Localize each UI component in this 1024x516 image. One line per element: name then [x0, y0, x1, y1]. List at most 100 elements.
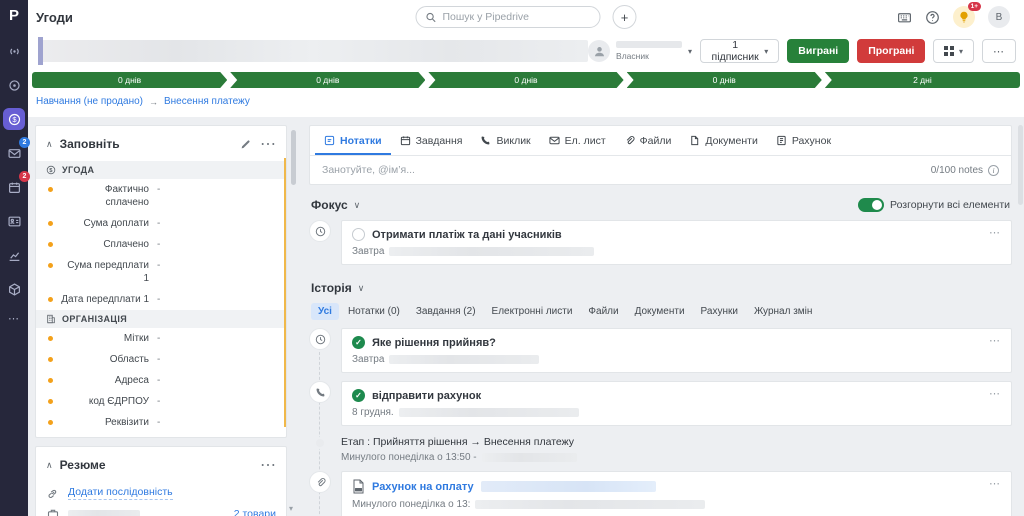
filter-documents[interactable]: Документи: [628, 303, 692, 320]
breadcrumb: Навчання (не продано) → Внесення платежу: [28, 94, 1024, 117]
more-options-icon[interactable]: ⋯: [260, 134, 276, 154]
panel-scrollbar[interactable]: ▾: [287, 125, 299, 516]
won-button[interactable]: Виграні: [787, 39, 850, 63]
pencil-icon[interactable]: [240, 139, 251, 150]
person-icon: [588, 40, 611, 62]
user-avatar[interactable]: B: [988, 6, 1010, 28]
lost-button[interactable]: Програні: [857, 39, 926, 63]
expand-all-toggle[interactable]: Розгорнути всі елементи: [858, 198, 1010, 212]
global-search[interactable]: [415, 6, 601, 28]
more-options-icon[interactable]: ⋯: [989, 334, 1001, 347]
breadcrumb-stage-link[interactable]: Внесення платежу: [164, 96, 250, 107]
more-options-icon[interactable]: ⋯: [989, 387, 1001, 400]
file-link[interactable]: Рахунок на оплату: [372, 481, 474, 493]
tab-files[interactable]: Файли: [615, 126, 681, 155]
add-sequence-link[interactable]: Додати послідовність: [68, 486, 173, 500]
fill-in-title: Заповніть: [59, 137, 120, 151]
collapse-icon[interactable]: ∧: [46, 139, 53, 150]
sidebar-more-icon[interactable]: ⋯: [8, 312, 20, 325]
filter-notes[interactable]: Нотатки (0): [341, 303, 407, 320]
pipeline-stage[interactable]: 0 днів: [428, 72, 623, 88]
main-scrollbar[interactable]: [1018, 117, 1023, 512]
tab-call[interactable]: Виклик: [471, 126, 539, 155]
field-value: -: [157, 239, 161, 250]
search-input[interactable]: [442, 11, 591, 23]
composer-tabs: Нотатки Завдання Виклик Ел. лист Файли Д…: [310, 126, 1011, 156]
sidebar-item-mail[interactable]: 2: [3, 137, 30, 164]
mark-done-checkbox[interactable]: [352, 228, 365, 241]
sidebar-item-insights[interactable]: [3, 244, 25, 266]
group-header-deal: $ УГОДА: [36, 161, 286, 179]
followers-button[interactable]: 1 підписник ▾: [700, 39, 780, 63]
filter-all[interactable]: Усі: [311, 303, 339, 320]
activity-card[interactable]: ✓ Яке рішення прийняв? Завтра ⋯: [341, 328, 1012, 373]
filter-emails[interactable]: Електронні листи: [485, 303, 580, 320]
deal-label-color: [38, 37, 43, 65]
field-row[interactable]: Сума доплати -: [36, 213, 286, 234]
tab-activity[interactable]: Завдання: [391, 126, 472, 155]
filter-changelog[interactable]: Журнал змін: [747, 303, 819, 320]
field-row[interactable]: Сума передплати 1-: [36, 255, 286, 289]
pipeline-stage[interactable]: 0 днів: [230, 72, 425, 88]
field-row[interactable]: Адреса -: [36, 370, 286, 391]
activity-due: Завтра: [352, 246, 385, 257]
chevron-down-icon[interactable]: ∨: [354, 200, 361, 211]
sidebar-item-activities[interactable]: 2: [3, 171, 30, 198]
pipeline-stage[interactable]: 0 днів: [32, 72, 227, 88]
filter-files[interactable]: Файли: [581, 303, 625, 320]
field-label: Фактично сплачено: [104, 184, 149, 208]
scrollbar-thumb[interactable]: [291, 130, 296, 185]
products-row[interactable]: 2 товари: [36, 504, 286, 516]
collapse-icon[interactable]: ∧: [46, 460, 53, 471]
products-link[interactable]: 2 товари: [234, 508, 276, 516]
dollar-icon: $: [8, 113, 21, 126]
sidebar-item-leads[interactable]: [3, 40, 25, 62]
tab-invoice[interactable]: Рахунок: [767, 126, 840, 155]
pipeline-stage[interactable]: 2 дні: [824, 72, 1021, 88]
help-icon[interactable]: [925, 10, 940, 25]
field-row[interactable]: Дата передплати 1-: [36, 289, 286, 310]
scroll-down-icon[interactable]: ▾: [289, 504, 293, 513]
required-dot-icon: [48, 399, 53, 404]
sidebar-item-deals[interactable]: $: [3, 108, 25, 130]
field-row[interactable]: Мітки -: [36, 328, 286, 349]
more-options-icon[interactable]: ⋯: [989, 477, 1001, 490]
activity-card[interactable]: ✓ відправити рахунок 8 грудня. ⋯: [341, 381, 1012, 426]
toggle-label: Розгорнути всі елементи: [890, 199, 1010, 211]
tab-email[interactable]: Ел. лист: [540, 126, 615, 155]
deal-more-button[interactable]: ⋯: [982, 39, 1016, 63]
field-row[interactable]: код ЄДРПОУ -: [36, 391, 286, 412]
owner-control[interactable]: Власник ▾: [588, 40, 692, 62]
field-row[interactable]: Сплачено -: [36, 234, 286, 255]
more-options-icon[interactable]: ⋯: [260, 455, 276, 475]
focus-header: Фокус ∨ Розгорнути всі елементи: [311, 198, 1010, 212]
activity-card[interactable]: Отримати платіж та дані учасників Завтра…: [341, 220, 1012, 265]
field-row[interactable]: Реквізити -: [36, 412, 286, 437]
field-label: Сума передплати 1: [67, 260, 149, 284]
whats-new-button[interactable]: 1+: [953, 2, 981, 28]
sidebar-item-prospecting[interactable]: [3, 74, 25, 96]
tab-notes[interactable]: Нотатки: [315, 126, 391, 155]
more-options-icon[interactable]: ⋯: [989, 226, 1001, 239]
field-row[interactable]: Фактично сплачено -: [36, 179, 286, 213]
breadcrumb-pipeline-link[interactable]: Навчання (не продано): [36, 96, 143, 107]
file-card[interactable]: Рахунок на оплату Минулого понеділка о 1…: [341, 471, 1012, 516]
sidebar-item-products[interactable]: [3, 278, 25, 300]
organization-name-redacted: [68, 509, 140, 516]
field-row[interactable]: Область -: [36, 349, 286, 370]
filter-activities[interactable]: Завдання (2): [409, 303, 483, 320]
add-sequence-row[interactable]: Додати послідовність: [36, 482, 286, 504]
pipeline-stage[interactable]: 0 днів: [627, 72, 822, 88]
sidebar-item-contacts[interactable]: [3, 210, 25, 232]
quick-add-button[interactable]: +: [612, 5, 637, 29]
view-switcher-button[interactable]: ▾: [933, 39, 974, 63]
toggle-switch[interactable]: [858, 198, 885, 212]
note-input[interactable]: [322, 164, 931, 176]
marketplace-icon[interactable]: [897, 10, 912, 25]
scrollbar-thumb[interactable]: [1018, 125, 1023, 205]
info-icon[interactable]: i: [988, 164, 999, 176]
deal-title-redacted: [38, 37, 589, 65]
filter-invoices[interactable]: Рахунки: [694, 303, 745, 320]
chevron-down-icon[interactable]: ∨: [358, 283, 365, 294]
tab-documents[interactable]: Документи: [680, 126, 766, 155]
